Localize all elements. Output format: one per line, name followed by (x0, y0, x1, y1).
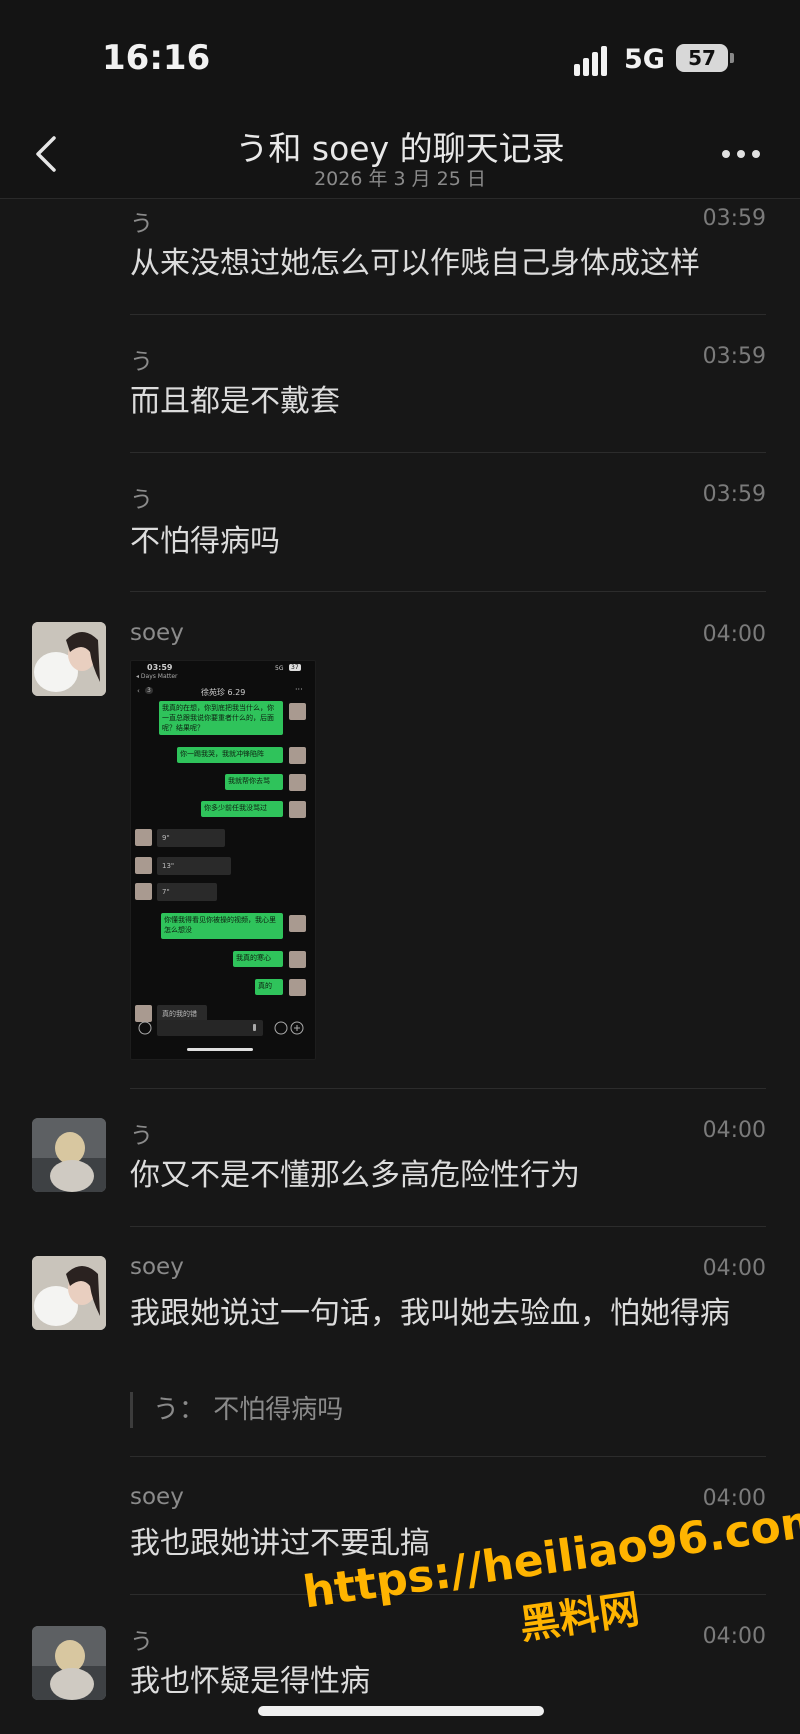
thumb-avatar (289, 774, 306, 791)
divider (130, 1456, 766, 1457)
thumb-more-icon: ··· (295, 685, 303, 694)
sender-name: う (130, 349, 153, 375)
thumb-status-time: 03:59 (147, 663, 173, 672)
thumb-chat-title: 徐苑珍 6.29 (201, 688, 246, 697)
thumb-bubble: 我真的寒心 (233, 951, 283, 967)
message-text: 你又不是不懂那么多高危险性行为 (130, 1158, 580, 1193)
network-label: 5G (624, 44, 665, 75)
message-time: 04:00 (702, 622, 766, 647)
thumb-network: 5G (275, 665, 284, 672)
thumb-avatar (135, 829, 152, 846)
sender-name: soey (130, 620, 184, 646)
thumb-avatar (289, 801, 306, 818)
sender-name: う (130, 487, 153, 513)
screenshot-image[interactable]: 03:59 ◂ Days Matter 5G 37 ‹ 3 徐苑珍 6.29 ·… (130, 660, 316, 1060)
page-title: う和 soey 的聊天记录 (235, 129, 565, 168)
message-time: 03:59 (702, 482, 766, 507)
thumb-avatar (289, 979, 306, 996)
thumb-avatar (135, 883, 152, 900)
page-date: 2026 年 3 月 25 日 (314, 168, 486, 190)
thumb-status-sub: ◂ Days Matter (136, 673, 178, 680)
message-text: 从来没想过她怎么可以作贱自己身体成这样 (130, 246, 700, 281)
thumb-avatar (135, 857, 152, 874)
thumb-battery: 37 (289, 664, 301, 671)
divider (130, 314, 766, 315)
divider (130, 591, 766, 592)
message-time: 03:59 (702, 206, 766, 231)
avatar-image (32, 1118, 106, 1192)
thumb-avatar (289, 915, 306, 932)
sender-name: う (130, 211, 153, 237)
message-time: 04:00 (702, 1256, 766, 1281)
message-text: 而且都是不戴套 (130, 384, 340, 419)
message-time: 04:00 (702, 1118, 766, 1143)
more-options-button[interactable] (722, 150, 762, 160)
avatar-image (32, 622, 106, 696)
thumb-avatar (289, 951, 306, 968)
signal-icon (574, 44, 614, 76)
thumb-input-bar (137, 1019, 309, 1037)
thumb-bubble: 你多少前任我没骂过 (201, 801, 283, 817)
avatar-image (32, 1256, 106, 1330)
more-dot-icon (722, 150, 730, 158)
thumb-bubble: 你懂我得看见你被操的视频，我心里怎么想没 (161, 913, 283, 939)
status-bar: 16:16 5G 57 (0, 0, 800, 110)
home-indicator[interactable] (258, 1706, 544, 1716)
message-time: 03:59 (702, 344, 766, 369)
thumb-back: ‹ (137, 687, 140, 695)
more-dot-icon (752, 150, 760, 158)
thumb-voice: 7" (157, 883, 217, 901)
divider (130, 452, 766, 453)
battery-icon: 57 (676, 44, 728, 72)
thumb-bubble: 你一踢我哭，我就冲锋陷阵 (177, 747, 283, 763)
avatar-image (32, 1626, 106, 1700)
divider (130, 1088, 766, 1089)
sender-name: う (130, 1123, 153, 1149)
message-text: 我跟她说过一句话，我叫她去验血，怕她得病 (130, 1296, 730, 1331)
avatar[interactable] (32, 1626, 106, 1700)
status-time: 16:16 (102, 38, 211, 78)
thumb-avatar (289, 747, 306, 764)
avatar[interactable] (32, 622, 106, 696)
sender-name: う (130, 1629, 153, 1655)
thumb-avatar (289, 703, 306, 720)
avatar[interactable] (32, 1118, 106, 1192)
thumb-voice: 13" (157, 857, 231, 875)
chat-history-header: う和 soey 的聊天记录 2026 年 3 月 25 日 (0, 110, 800, 199)
sender-name: soey (130, 1484, 184, 1510)
message-text: 不怕得病吗 (130, 524, 280, 559)
thumb-voice: 9" (157, 829, 225, 847)
divider (130, 1226, 766, 1227)
avatar[interactable] (32, 1256, 106, 1330)
battery-tip (730, 53, 734, 63)
more-dot-icon (737, 150, 745, 158)
thumb-home-indicator (187, 1048, 253, 1051)
thumb-bubble: 我就帮你去骂 (225, 774, 283, 790)
quoted-message[interactable]: う： 不怕得病吗 (130, 1392, 343, 1428)
sender-name: soey (130, 1254, 184, 1280)
thumb-bubble: 我真的在想，你到底把我当什么，你一直总跟我说你要重者什么的，后面呢？结果呢？ (159, 701, 283, 735)
thumb-bubble: 真的 (255, 979, 283, 995)
thumb-back-badge: 3 (145, 687, 153, 694)
